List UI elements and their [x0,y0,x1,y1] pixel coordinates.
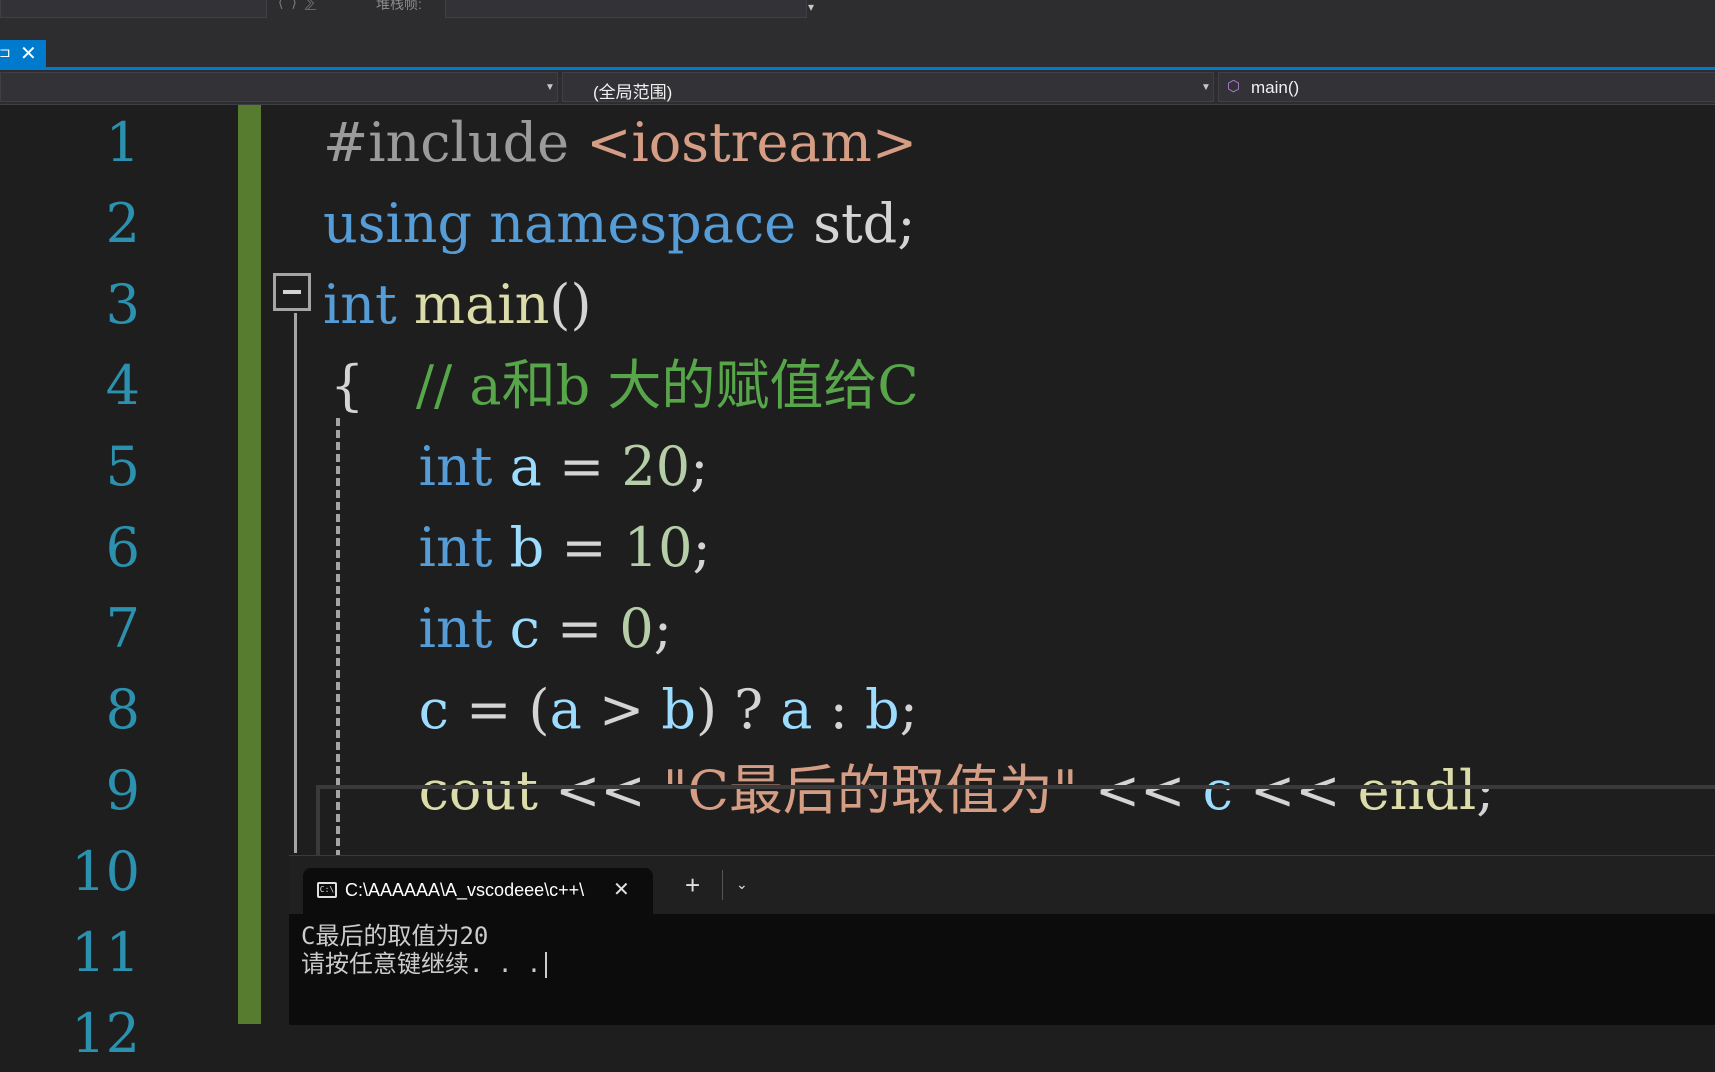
terminal-tab-bar: C:\ C:\AAAAAA\A_vscodeee\c++\ ✕ + ⌄ [289,856,1715,914]
stack-frame-dropdown[interactable] [445,0,807,18]
close-tab-icon[interactable]: ✕ [20,41,37,66]
member-dropdown-value: main() [1251,78,1300,97]
code-token: <iostream> [586,111,918,174]
code-token: int [418,516,510,579]
pin-icon[interactable]: ⊐ [0,44,11,61]
code-line[interactable]: int main() [323,267,592,343]
fold-region-line [294,313,297,853]
code-token: a [509,435,542,498]
current-line-highlight [316,785,1715,859]
minus-icon [283,290,301,294]
active-document-tab[interactable]: ⊐ ✕ [0,40,46,67]
code-token: namespace [489,192,814,255]
code-line[interactable]: int c = 0; [350,591,672,667]
scope-dropdown[interactable]: (全局范围) ▼ [562,72,1214,102]
code-token: { [330,354,416,417]
code-token: ; [690,435,709,498]
code-token: 0 [619,597,654,660]
chevron-down-icon[interactable]: ▼ [1201,82,1211,93]
member-dropdown[interactable]: ⬡ main() [1218,72,1715,102]
code-token: c [509,597,540,660]
code-token: int [418,435,510,498]
cube-icon: ⬡ [1227,78,1241,95]
code-token: > [581,678,662,741]
terminal-tab[interactable]: C:\ C:\AAAAAA\A_vscodeee\c++\ ✕ [303,868,653,914]
code-token: 20 [621,435,691,498]
terminal-tab-title: C:\AAAAAA\A_vscodeee\c++\ [345,880,585,900]
code-token: a [549,678,582,741]
code-token: 10 [623,516,693,579]
change-tracking-margin [238,105,261,1024]
line-number: 6 [105,516,140,579]
line-number-gutter: 1 2 3 4 5 6 7 8 9 10 11 12 [0,105,238,1065]
code-line[interactable]: c = (a > b) ? a : b; [350,672,918,748]
code-token: () [549,273,592,336]
code-token: : [812,678,866,741]
code-token: ) ? [695,678,781,741]
line-number: 8 [105,678,140,741]
code-token: int [323,273,414,336]
line-number: 3 [105,273,140,336]
project-dropdown[interactable]: ▼ [0,72,558,102]
code-line[interactable]: int b = 10; [350,510,711,586]
line-number: 5 [105,435,140,498]
toolbar-overflow-icon[interactable]: ▾ [808,0,814,14]
code-token: = [539,597,620,660]
output-line: 请按任意键继续. . . [301,950,542,978]
code-token: // a和b 大的赋值给C [415,354,919,417]
stack-frame-label: 堆栈帧: [376,0,422,12]
scope-dropdown-value: (全局范围) [593,83,673,102]
output-line: C最后的取值为20 [301,922,489,950]
code-token: #include [323,111,587,174]
process-dropdown[interactable] [0,0,267,18]
code-line[interactable]: using namespace std; [323,186,915,262]
code-token: ; [692,516,711,579]
thread-icons: ⟨ ⟩ ⅀ [278,0,319,10]
code-token: std; [813,192,916,255]
code-token: b [661,678,696,741]
line-number: 9 [105,759,140,822]
code-line[interactable]: #include <iostream> [323,105,917,181]
code-token: int [418,597,510,660]
line-number: 11 [71,921,140,984]
line-number: 12 [71,1002,140,1065]
divider [722,870,723,900]
line-number: 1 [105,111,140,174]
line-number: 10 [71,840,140,903]
chevron-down-icon[interactable]: ⌄ [736,876,748,893]
code-token: b [509,516,545,579]
code-token: = ( [448,678,550,741]
terminal-window[interactable]: C:\ C:\AAAAAA\A_vscodeee\c++\ ✕ + ⌄ C最后的… [289,855,1715,1025]
navigation-bar: ▼ (全局范围) ▼ ⬡ main() [0,70,1715,105]
line-number: 7 [105,597,140,660]
line-number: 4 [105,354,140,417]
code-token: a [780,678,813,741]
new-tab-button[interactable]: + [685,870,700,901]
terminal-output[interactable]: C最后的取值为20 请按任意键继续. . . [301,922,548,978]
debug-toolbar: ⟨ ⟩ ⅀ 堆栈帧: ▾ [0,0,1715,34]
code-token: main [413,273,550,336]
code-line[interactable]: int a = 20; [350,429,709,505]
code-line[interactable]: { // a和b 大的赋值给C [330,348,919,424]
document-tab-row: ⊐ ✕ [0,34,1715,70]
code-token: b [865,678,900,741]
code-token: = [541,435,622,498]
code-token: = [544,516,624,579]
chevron-down-icon[interactable]: ▼ [545,82,555,93]
collapse-icon[interactable] [273,273,311,311]
code-token: ; [653,597,672,660]
close-icon[interactable]: ✕ [613,877,630,902]
text-cursor [545,952,548,978]
cmd-icon: C:\ [317,882,337,898]
code-token: ; [899,678,918,741]
line-number: 2 [105,192,140,255]
code-token: c [418,678,449,741]
code-token: using [323,192,490,255]
